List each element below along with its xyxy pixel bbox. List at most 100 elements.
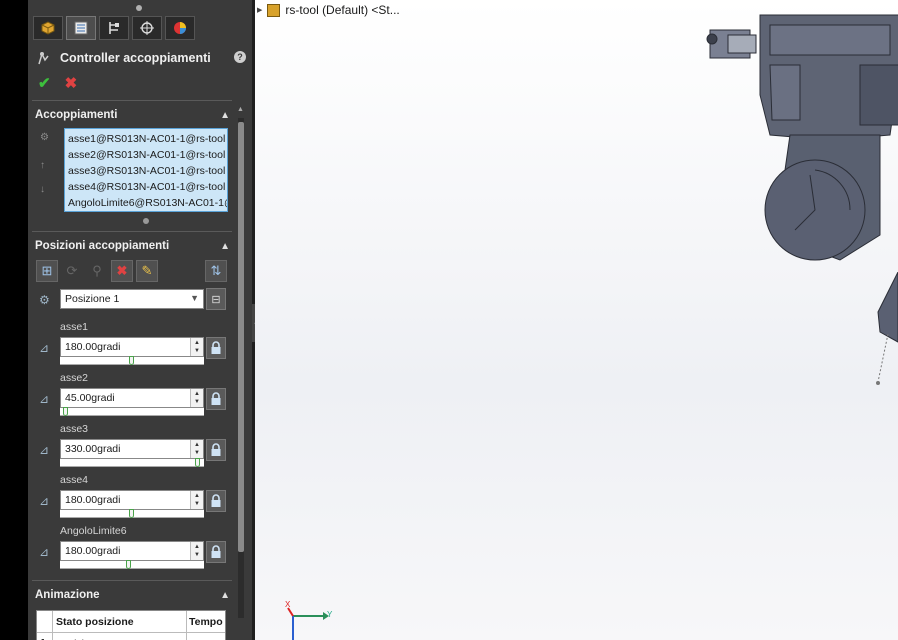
- list-item[interactable]: asse2@RS013N-AC01-1@rs-tool: [68, 147, 225, 163]
- ok-button[interactable]: ✔: [38, 74, 51, 92]
- dimxpert-manager-tab[interactable]: [132, 16, 162, 40]
- collapse-chevron-icon[interactable]: ▲: [220, 590, 230, 601]
- cancel-button[interactable]: ✖: [65, 74, 78, 92]
- graphics-area[interactable]: ▶ rs-tool (Default) <St... X Y: [255, 0, 898, 640]
- time-cell[interactable]: [187, 633, 225, 640]
- mate-value-input[interactable]: 180.00gradi ▲ ▼: [60, 490, 204, 510]
- featuremanager-tree-tab[interactable]: [33, 16, 63, 40]
- spinner-arrows[interactable]: ▲ ▼: [190, 338, 203, 356]
- list-item[interactable]: asse3@RS013N-AC01-1@rs-tool: [68, 163, 225, 179]
- lock-button[interactable]: [206, 439, 226, 461]
- position-options-icon: ⇅: [210, 263, 222, 278]
- collapse-chevron-icon[interactable]: ▲: [220, 110, 230, 121]
- mates-section-header[interactable]: Accoppiamenti ▲: [30, 106, 234, 124]
- mate-slider[interactable]: [60, 407, 204, 416]
- divider: [32, 100, 232, 101]
- slider-thumb[interactable]: [126, 560, 131, 569]
- mate-label: asse3: [60, 423, 89, 435]
- column-header: Tempo: [189, 616, 223, 628]
- angle-mate-icon: ⊿: [39, 443, 50, 457]
- mate-value-input[interactable]: 45.00gradi ▲ ▼: [60, 388, 204, 408]
- robot-model[interactable]: [700, 5, 898, 285]
- mate-label: AngoloLimite6: [60, 525, 127, 537]
- list-item[interactable]: asse1@RS013N-AC01-1@rs-tool: [68, 131, 225, 147]
- rename-position-button[interactable]: ⚲: [86, 260, 108, 282]
- update-position-button[interactable]: ⟳: [61, 260, 83, 282]
- property-manager-header: Controller accoppiamenti ?: [36, 48, 246, 68]
- expand-triangle-icon[interactable]: ▶: [257, 6, 262, 14]
- animation-section-title: Animazione: [35, 589, 100, 601]
- angle-mate-icon: ⊿: [39, 545, 50, 559]
- tree-node-label: rs-tool (Default) <St...: [285, 3, 400, 17]
- edit-position-button[interactable]: ✎: [136, 260, 158, 282]
- lock-button[interactable]: [206, 490, 226, 512]
- rename-position-icon: ⚲: [92, 263, 102, 278]
- divider: [32, 231, 232, 232]
- delete-icon: ✖: [116, 263, 128, 278]
- mate-value-input[interactable]: 180.00gradi ▲ ▼: [60, 541, 204, 561]
- mate-slider[interactable]: [60, 509, 204, 518]
- list-item[interactable]: asse4@RS013N-AC01-1@rs-tool: [68, 179, 225, 195]
- panel-grip[interactable]: [136, 5, 142, 11]
- lock-button[interactable]: [206, 541, 226, 563]
- chevron-down-icon: ▼: [190, 293, 199, 303]
- collapse-chevron-icon[interactable]: ▲: [220, 241, 230, 252]
- mate-value: 180.00gradi: [65, 494, 121, 506]
- mate-slider[interactable]: [60, 356, 204, 365]
- robot-arm-edge: [876, 272, 898, 385]
- featuremanager-tree-icon: [41, 21, 55, 35]
- table-row[interactable]: 1 Posizione 1: [37, 633, 225, 640]
- row-index: 1: [37, 633, 53, 640]
- position-list-button[interactable]: ⊟: [206, 288, 226, 310]
- display-manager-tab[interactable]: [165, 16, 195, 40]
- scroll-up-icon[interactable]: ▲: [237, 106, 244, 113]
- table-header-row: Stato posizione Tempo: [37, 611, 225, 633]
- column-header: Stato posizione: [53, 611, 187, 632]
- help-icon[interactable]: ?: [234, 51, 246, 63]
- property-manager-tab[interactable]: [66, 16, 96, 40]
- slider-thumb[interactable]: [129, 356, 134, 365]
- mate-value: 180.00gradi: [65, 545, 121, 557]
- animation-section-header[interactable]: Animazione ▲: [30, 586, 234, 604]
- add-position-button[interactable]: ⊞: [36, 260, 58, 282]
- scrollbar-thumb[interactable]: [238, 122, 244, 552]
- feature-manager-tabs: [30, 16, 250, 42]
- position-state-cell[interactable]: Posizione 1: [53, 633, 187, 640]
- delete-position-button[interactable]: ✖: [111, 260, 133, 282]
- position-options-button[interactable]: ⇅: [205, 260, 227, 282]
- spinner-arrows[interactable]: ▲ ▼: [190, 389, 203, 407]
- positions-section-header[interactable]: Posizioni accoppiamenti ▲: [30, 237, 234, 255]
- configuration-manager-tab[interactable]: [99, 16, 129, 40]
- robot-head: [706, 14, 898, 261]
- flyout-tree-node[interactable]: ▶ rs-tool (Default) <St...: [257, 3, 400, 17]
- mate-value-input[interactable]: 330.00gradi ▲ ▼: [60, 439, 204, 459]
- list-icon: ⊟: [211, 293, 221, 306]
- mates-selection-list[interactable]: asse1@RS013N-AC01-1@rs-tool asse2@RS013N…: [64, 128, 228, 212]
- row-index-header: [37, 611, 53, 632]
- slider-thumb[interactable]: [129, 509, 134, 518]
- angle-mate-icon: ⊿: [39, 392, 50, 406]
- list-item[interactable]: AngoloLimite6@RS013N-AC01-1@: [68, 195, 227, 211]
- mate-slider[interactable]: [60, 560, 204, 569]
- panel-scrollbar[interactable]: ▲: [236, 104, 246, 624]
- mate-value-input[interactable]: 180.00gradi ▲ ▼: [60, 337, 204, 357]
- dimxpert-manager-icon: [140, 21, 154, 35]
- spinner-arrows[interactable]: ▲ ▼: [190, 491, 203, 509]
- position-select[interactable]: Posizione 1 ▼: [60, 289, 204, 309]
- lock-icon: [211, 443, 221, 456]
- move-down-icon: ↓: [40, 184, 45, 195]
- slider-thumb[interactable]: [63, 407, 68, 416]
- property-manager-panel: Controller accoppiamenti ? ✔ ✖ Accoppiam…: [28, 0, 252, 640]
- positions-section-title: Posizioni accoppiamenti: [35, 240, 170, 252]
- spinner-arrows[interactable]: ▲ ▼: [190, 542, 203, 560]
- move-up-icon: ↑: [40, 160, 45, 171]
- slider-thumb[interactable]: [195, 458, 200, 467]
- divider: [32, 580, 232, 581]
- mate-controller-icon: [38, 51, 49, 65]
- spinner-arrows[interactable]: ▲ ▼: [190, 440, 203, 458]
- mate-slider[interactable]: [60, 458, 204, 467]
- lock-button[interactable]: [206, 388, 226, 410]
- mate-label: asse2: [60, 372, 89, 384]
- list-resize-grip[interactable]: [143, 218, 149, 224]
- lock-button[interactable]: [206, 337, 226, 359]
